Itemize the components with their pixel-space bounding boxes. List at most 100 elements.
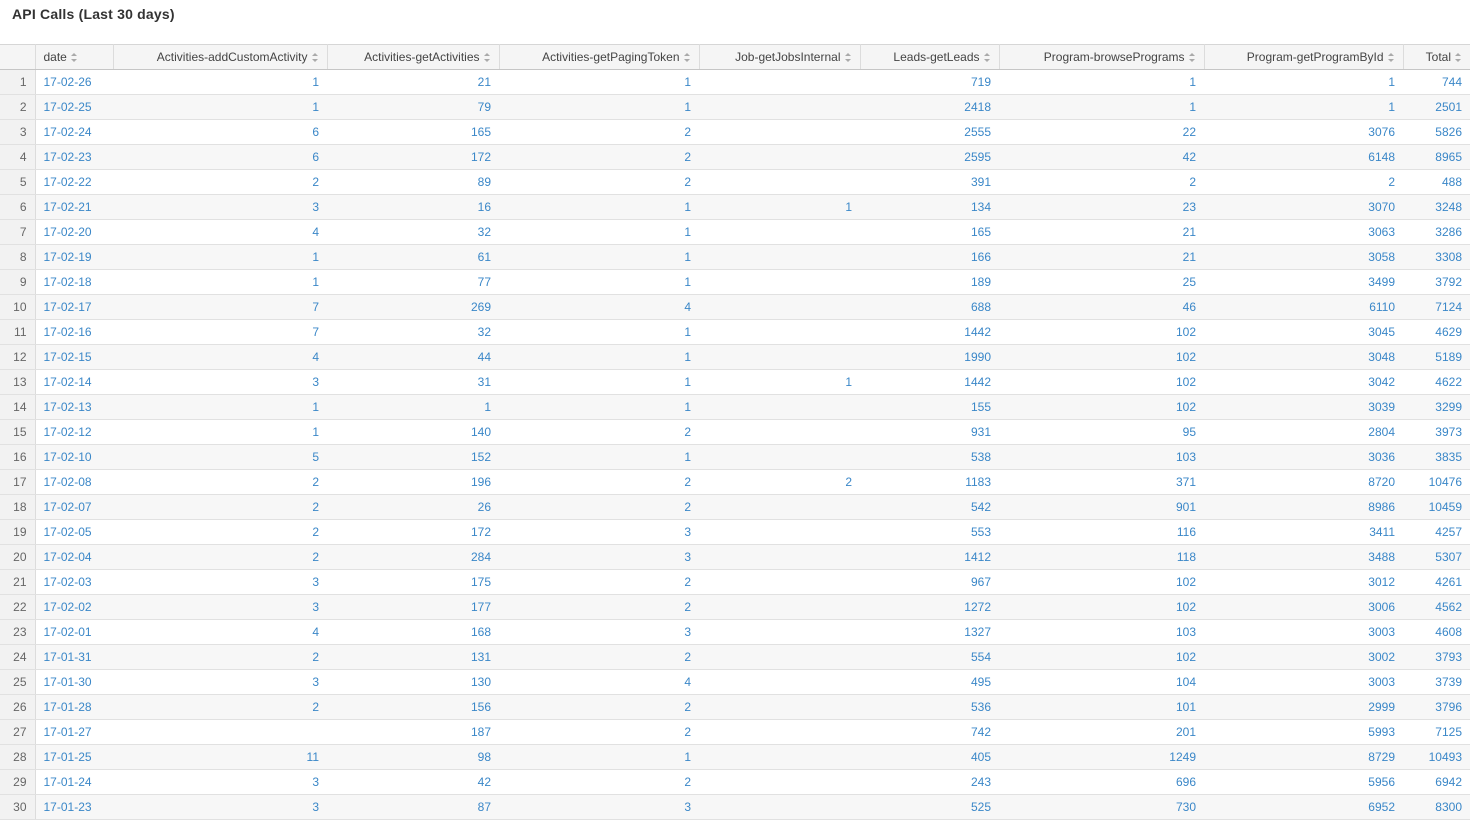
program-browseprograms-cell[interactable]: 22 [999, 119, 1204, 145]
activities-getpagingtoken-cell[interactable]: 1 [499, 444, 699, 470]
program-browseprograms-cell[interactable]: 371 [999, 469, 1204, 495]
leads-getleads-cell[interactable]: 1412 [860, 544, 999, 570]
activities-getpagingtoken-cell[interactable]: 1 [499, 244, 699, 270]
activities-getpagingtoken-cell[interactable]: 2 [499, 769, 699, 795]
activities-getpagingtoken-cell[interactable]: 1 [499, 69, 699, 95]
program-getprogrambyid-cell[interactable]: 8986 [1204, 494, 1403, 520]
activities-getactivities-cell[interactable]: 26 [327, 494, 499, 520]
activities-getpagingtoken-cell[interactable]: 1 [499, 744, 699, 770]
leads-getleads-cell[interactable]: 1442 [860, 319, 999, 345]
job-getjobsinternal-cell[interactable]: 1 [699, 194, 860, 220]
program-getprogrambyid-cell[interactable]: 6952 [1204, 794, 1403, 820]
activities-getpagingtoken-cell[interactable]: 1 [499, 269, 699, 295]
column-header-total[interactable]: Total [1403, 44, 1470, 70]
date-cell[interactable]: 17-01-24 [35, 769, 113, 795]
activities-getactivities-cell[interactable]: 31 [327, 369, 499, 395]
activities-getactivities-cell[interactable]: 21 [327, 69, 499, 95]
program-getprogrambyid-cell[interactable]: 1 [1204, 94, 1403, 120]
date-cell[interactable]: 17-02-07 [35, 494, 113, 520]
activities-getactivities-cell[interactable]: 87 [327, 794, 499, 820]
activities-getpagingtoken-cell[interactable]: 1 [499, 194, 699, 220]
activities-getpagingtoken-cell[interactable]: 1 [499, 344, 699, 370]
total-cell[interactable]: 7125 [1403, 719, 1470, 745]
activities-getactivities-cell[interactable]: 168 [327, 619, 499, 645]
activities-getpagingtoken-cell[interactable]: 2 [499, 144, 699, 170]
activities-addcustomactivity-cell[interactable]: 2 [113, 519, 327, 545]
activities-getactivities-cell[interactable]: 172 [327, 519, 499, 545]
date-cell[interactable]: 17-01-27 [35, 719, 113, 745]
program-browseprograms-cell[interactable]: 102 [999, 319, 1204, 345]
program-getprogrambyid-cell[interactable]: 3063 [1204, 219, 1403, 245]
leads-getleads-cell[interactable]: 405 [860, 744, 999, 770]
total-cell[interactable]: 4261 [1403, 569, 1470, 595]
date-cell[interactable]: 17-02-24 [35, 119, 113, 145]
total-cell[interactable]: 3973 [1403, 419, 1470, 445]
activities-getpagingtoken-cell[interactable]: 2 [499, 469, 699, 495]
total-cell[interactable]: 3299 [1403, 394, 1470, 420]
activities-addcustomactivity-cell[interactable]: 5 [113, 444, 327, 470]
activities-getpagingtoken-cell[interactable]: 2 [499, 719, 699, 745]
leads-getleads-cell[interactable]: 1327 [860, 619, 999, 645]
program-getprogrambyid-cell[interactable]: 3002 [1204, 644, 1403, 670]
program-getprogrambyid-cell[interactable]: 3070 [1204, 194, 1403, 220]
activities-getactivities-cell[interactable]: 196 [327, 469, 499, 495]
activities-addcustomactivity-cell[interactable]: 2 [113, 544, 327, 570]
program-browseprograms-cell[interactable]: 103 [999, 619, 1204, 645]
activities-addcustomactivity-cell[interactable]: 3 [113, 194, 327, 220]
leads-getleads-cell[interactable]: 166 [860, 244, 999, 270]
date-cell[interactable]: 17-02-18 [35, 269, 113, 295]
program-browseprograms-cell[interactable]: 42 [999, 144, 1204, 170]
program-browseprograms-cell[interactable]: 25 [999, 269, 1204, 295]
date-cell[interactable]: 17-02-17 [35, 294, 113, 320]
program-browseprograms-cell[interactable]: 2 [999, 169, 1204, 195]
program-browseprograms-cell[interactable]: 1 [999, 69, 1204, 95]
program-browseprograms-cell[interactable]: 103 [999, 444, 1204, 470]
activities-getpagingtoken-cell[interactable]: 3 [499, 794, 699, 820]
leads-getleads-cell[interactable]: 2418 [860, 94, 999, 120]
activities-addcustomactivity-cell[interactable]: 1 [113, 244, 327, 270]
activities-getactivities-cell[interactable]: 32 [327, 219, 499, 245]
activities-getactivities-cell[interactable]: 77 [327, 269, 499, 295]
program-getprogrambyid-cell[interactable]: 3058 [1204, 244, 1403, 270]
leads-getleads-cell[interactable]: 189 [860, 269, 999, 295]
activities-getactivities-cell[interactable]: 140 [327, 419, 499, 445]
activities-addcustomactivity-cell[interactable]: 7 [113, 319, 327, 345]
leads-getleads-cell[interactable]: 542 [860, 494, 999, 520]
column-header-program-browseprograms[interactable]: Program-browsePrograms [999, 44, 1205, 70]
program-getprogrambyid-cell[interactable]: 1 [1204, 69, 1403, 95]
activities-getpagingtoken-cell[interactable]: 4 [499, 294, 699, 320]
total-cell[interactable]: 4629 [1403, 319, 1470, 345]
date-cell[interactable]: 17-02-20 [35, 219, 113, 245]
leads-getleads-cell[interactable]: 1442 [860, 369, 999, 395]
activities-getactivities-cell[interactable]: 32 [327, 319, 499, 345]
date-cell[interactable]: 17-01-30 [35, 669, 113, 695]
program-getprogrambyid-cell[interactable]: 3012 [1204, 569, 1403, 595]
date-cell[interactable]: 17-02-08 [35, 469, 113, 495]
program-browseprograms-cell[interactable]: 102 [999, 394, 1204, 420]
activities-getactivities-cell[interactable]: 177 [327, 594, 499, 620]
activities-getactivities-cell[interactable]: 16 [327, 194, 499, 220]
total-cell[interactable]: 488 [1403, 169, 1470, 195]
activities-getpagingtoken-cell[interactable]: 2 [499, 494, 699, 520]
activities-getactivities-cell[interactable]: 131 [327, 644, 499, 670]
program-getprogrambyid-cell[interactable]: 3042 [1204, 369, 1403, 395]
activities-addcustomactivity-cell[interactable]: 2 [113, 469, 327, 495]
program-getprogrambyid-cell[interactable]: 3048 [1204, 344, 1403, 370]
leads-getleads-cell[interactable]: 742 [860, 719, 999, 745]
activities-getpagingtoken-cell[interactable]: 1 [499, 319, 699, 345]
total-cell[interactable]: 6942 [1403, 769, 1470, 795]
leads-getleads-cell[interactable]: 155 [860, 394, 999, 420]
program-browseprograms-cell[interactable]: 696 [999, 769, 1204, 795]
program-getprogrambyid-cell[interactable]: 3411 [1204, 519, 1403, 545]
activities-addcustomactivity-cell[interactable]: 2 [113, 644, 327, 670]
date-cell[interactable]: 17-02-02 [35, 594, 113, 620]
total-cell[interactable]: 4257 [1403, 519, 1470, 545]
leads-getleads-cell[interactable]: 243 [860, 769, 999, 795]
total-cell[interactable]: 8965 [1403, 144, 1470, 170]
activities-addcustomactivity-cell[interactable]: 7 [113, 294, 327, 320]
leads-getleads-cell[interactable]: 931 [860, 419, 999, 445]
sort-icon[interactable] [983, 52, 991, 63]
activities-getpagingtoken-cell[interactable]: 2 [499, 169, 699, 195]
activities-addcustomactivity-cell[interactable]: 4 [113, 619, 327, 645]
date-cell[interactable]: 17-02-01 [35, 619, 113, 645]
